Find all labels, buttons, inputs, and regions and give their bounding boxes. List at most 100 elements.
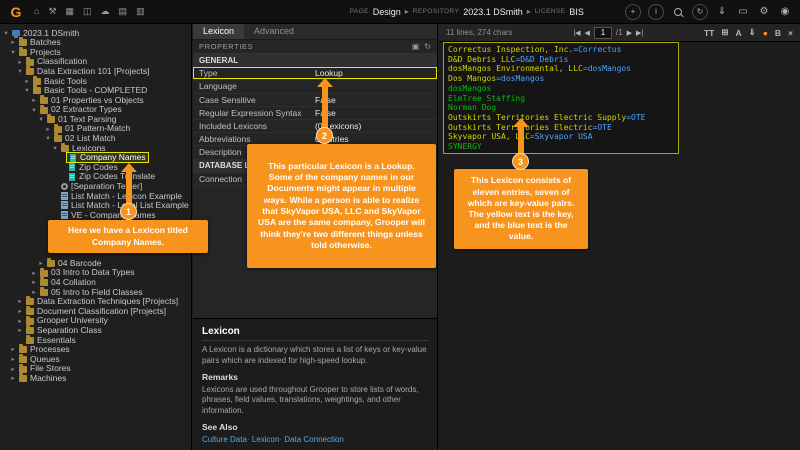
refresh-icon[interactable]: ↻: [424, 42, 431, 51]
tree-item[interactable]: ▸ 01 Pattern-Match: [0, 124, 191, 134]
tree-item[interactable]: VE - Company Names: [0, 210, 191, 220]
tree-item-box[interactable]: 04 Barcode: [45, 258, 103, 267]
tree-item-box[interactable]: Queues: [17, 354, 62, 363]
tree-item-box[interactable]: Zip Codes Translate: [66, 172, 157, 181]
expander-icon[interactable]: ▸: [30, 269, 38, 277]
bold-icon[interactable]: B: [775, 28, 781, 38]
last-page-icon[interactable]: ▶|: [636, 29, 643, 37]
property-row[interactable]: Language: [193, 80, 437, 93]
tree-item-box[interactable]: List Match - Lexicon Example: [59, 191, 184, 200]
tree-item-box[interactable]: Projects: [17, 47, 63, 56]
tree-item-box[interactable]: 2023.1 DSmith: [10, 28, 81, 37]
property-value[interactable]: False: [315, 95, 437, 105]
property-row[interactable]: Included Lexicons (0 Lexicons): [193, 120, 437, 133]
expander-icon[interactable]: ▸: [9, 365, 17, 373]
tree-item-box[interactable]: 03 Intro to Data Types: [38, 268, 136, 277]
settings-icon[interactable]: ⚙: [757, 5, 771, 19]
tree-item[interactable]: Company Names: [0, 153, 191, 163]
prev-page-icon[interactable]: ◀: [585, 29, 590, 37]
expander-icon[interactable]: ▾: [51, 144, 59, 152]
tree-item[interactable]: ▸ 05 Intro to Field Classes: [0, 287, 191, 297]
expander-icon[interactable]: ▸: [9, 345, 17, 353]
property-value[interactable]: (0 Lexicons): [315, 121, 437, 131]
tree-item-box[interactable]: Zip Codes: [66, 163, 120, 172]
expander-icon[interactable]: ▾: [2, 29, 10, 37]
tree-item-box[interactable]: Data Extraction 101 [Projects]: [24, 67, 151, 76]
tab-lexicon[interactable]: Lexicon: [193, 24, 244, 39]
home-icon[interactable]: ⌂: [34, 7, 39, 16]
tree-item[interactable]: [Separation Tester]: [0, 182, 191, 192]
tree-item[interactable]: ▸ 01 Properties vs Objects: [0, 95, 191, 105]
tree-item[interactable]: ▸ Separation Class: [0, 325, 191, 335]
add-icon[interactable]: +: [625, 4, 641, 20]
tree-item[interactable]: ▸ Data Extraction Techniques [Projects]: [0, 297, 191, 307]
reports-icon[interactable]: ▤: [119, 7, 128, 16]
text-case-icon[interactable]: TT: [704, 28, 714, 38]
stats-icon[interactable]: ▥: [136, 7, 145, 16]
tree-item[interactable]: ▾ 02 List Match: [0, 134, 191, 144]
tree-item-box[interactable]: 01 Properties vs Objects: [38, 95, 146, 104]
expander-icon[interactable]: ▸: [30, 96, 38, 104]
property-row[interactable]: Type Lookup: [193, 67, 437, 80]
help-link[interactable]: Lexicon: [247, 435, 279, 444]
info-icon[interactable]: i: [648, 4, 664, 20]
tree-item-box[interactable]: Separation Class: [24, 326, 104, 335]
property-row[interactable]: Case Sensitive False: [193, 94, 437, 107]
download-icon[interactable]: ⇓: [715, 5, 729, 19]
help-link[interactable]: Culture Data: [202, 435, 247, 444]
tab-advanced[interactable]: Advanced: [244, 24, 304, 39]
tree-item[interactable]: ▸ Grooper University: [0, 316, 191, 326]
expander-icon[interactable]: ▸: [9, 374, 17, 382]
property-row[interactable]: Regular Expression Syntax False: [193, 107, 437, 120]
tree-item[interactable]: ▸ 04 Collation: [0, 277, 191, 287]
tree-item-box[interactable]: Essentials: [24, 335, 78, 344]
tree-item[interactable]: ▸ 03 Intro to Data Types: [0, 268, 191, 278]
search-icon[interactable]: [671, 5, 685, 19]
batches-icon[interactable]: ▦: [66, 7, 75, 16]
tree-item[interactable]: ▸ Basic Tools: [0, 76, 191, 86]
expander-icon[interactable]: ▸: [16, 297, 24, 305]
tree-item[interactable]: ▾ Basic Tools - COMPLETED: [0, 86, 191, 96]
account-icon[interactable]: ◉: [778, 5, 792, 19]
expander-icon[interactable]: ▾: [37, 115, 45, 123]
expander-icon[interactable]: ▸: [16, 307, 24, 315]
sync-icon[interactable]: ↻: [692, 4, 708, 20]
cloud-icon[interactable]: ☁: [101, 7, 110, 16]
help-link[interactable]: Data Connection: [279, 435, 343, 444]
expander-icon[interactable]: ▾: [9, 48, 17, 56]
tree-item-box[interactable]: Classification: [24, 57, 89, 66]
tree-item[interactable]: ▸ File Stores: [0, 364, 191, 374]
tree-item-box[interactable]: 01 Pattern-Match: [52, 124, 132, 133]
tree-item[interactable]: List Match - Local List Example: [0, 201, 191, 211]
expander-icon[interactable]: ▸: [16, 58, 24, 66]
expander-icon[interactable]: ▸: [16, 317, 24, 325]
tree-item[interactable]: ▾ Data Extraction 101 [Projects]: [0, 66, 191, 76]
tree-item-box[interactable]: Batches: [17, 38, 63, 47]
breadcrumb-repo-value[interactable]: 2023.1 DSmith: [463, 7, 523, 17]
expander-icon[interactable]: ▾: [16, 67, 24, 75]
tree-item[interactable]: Zip Codes: [0, 162, 191, 172]
lexicon-text-editor[interactable]: Correctus Inspection, Inc.=CorrectusD&D …: [443, 42, 679, 154]
tree-item[interactable]: ▸ Document Classification [Projects]: [0, 306, 191, 316]
tree-item[interactable]: ▸ Queues: [0, 354, 191, 364]
tree-item-box[interactable]: Data Extraction Techniques [Projects]: [24, 297, 180, 306]
tree-view-icon[interactable]: ⊞: [721, 27, 728, 38]
tree-item-box[interactable]: 01 Text Parsing: [45, 115, 118, 124]
display-icon[interactable]: ▭: [736, 5, 750, 19]
expander-icon[interactable]: ▸: [30, 288, 38, 296]
tree-item-box[interactable]: 02 Extractor Types: [38, 105, 124, 114]
expander-icon[interactable]: ▸: [23, 77, 31, 85]
tree-item[interactable]: ▾ Projects: [0, 47, 191, 57]
font-icon[interactable]: A: [735, 28, 741, 38]
tree-item[interactable]: ▸ Classification: [0, 57, 191, 67]
tree-item-box[interactable]: 02 List Match: [52, 134, 118, 143]
tree-item[interactable]: Zip Codes Translate: [0, 172, 191, 182]
tree-item-box[interactable]: Machines: [17, 374, 68, 383]
expander-icon[interactable]: ▾: [23, 86, 31, 94]
tree-item[interactable]: ▸ Batches: [0, 38, 191, 48]
tree-item-box[interactable]: Document Classification [Projects]: [24, 306, 168, 315]
tree-item[interactable]: ▾ 02 Extractor Types: [0, 105, 191, 115]
tree-item-box[interactable]: 05 Intro to Field Classes: [38, 287, 145, 296]
expander-icon[interactable]: ▾: [44, 134, 52, 142]
tree-item[interactable]: Essentials: [0, 335, 191, 345]
